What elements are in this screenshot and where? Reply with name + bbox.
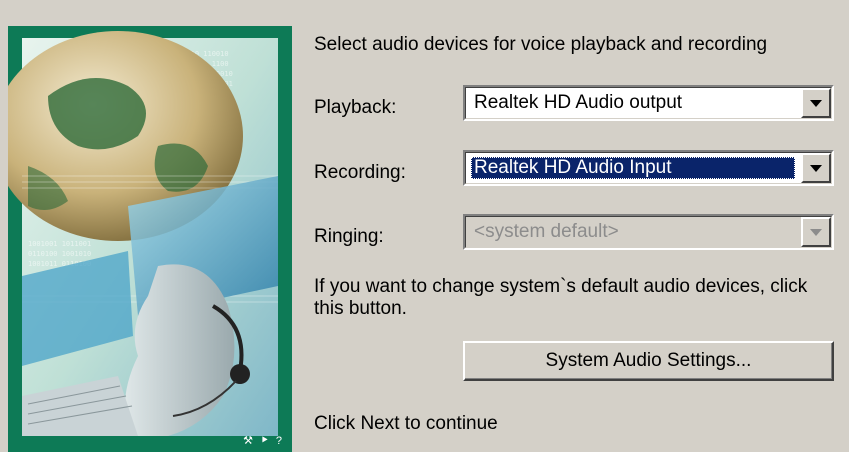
ringing-dropdown-button (801, 217, 831, 247)
change-defaults-note: If you want to change system`s default a… (314, 276, 808, 319)
headset-icon (230, 364, 250, 384)
svg-text:0110100 1001010: 0110100 1001010 (28, 250, 91, 258)
dropdown-arrow-icon (810, 164, 822, 172)
window-top-strip (0, 0, 849, 10)
recording-dropdown-button[interactable] (801, 153, 831, 183)
playback-label: Playback: (314, 97, 397, 118)
intro-text: Select audio devices for voice playback … (314, 34, 768, 55)
dropdown-arrow-icon (810, 99, 822, 107)
playback-dropdown-button[interactable] (801, 88, 831, 118)
playback-value: Realtek HD Audio output (474, 92, 683, 113)
recording-dropdown[interactable]: Realtek HD Audio Input (463, 150, 834, 186)
ringing-value: <system default> (474, 221, 619, 242)
ringing-dropdown: <system default> (463, 214, 834, 250)
recording-label: Recording: (314, 162, 406, 183)
art-corner-icons: ⚒ ⯈ ? (243, 435, 284, 447)
svg-text:1001001 1011001: 1001001 1011001 (28, 240, 91, 248)
ringing-label: Ringing: (314, 226, 384, 247)
wizard-illustration: 10010 110010 0100101 1100 1001011 10010 … (8, 26, 292, 452)
dropdown-arrow-icon (810, 228, 822, 236)
recording-value: Realtek HD Audio Input (471, 157, 795, 179)
footer-text: Click Next to continue (314, 413, 498, 434)
illustration-art: 10010 110010 0100101 1100 1001011 10010 … (8, 26, 292, 452)
playback-dropdown[interactable]: Realtek HD Audio output (463, 85, 834, 121)
system-audio-settings-button[interactable]: System Audio Settings... (463, 341, 834, 381)
